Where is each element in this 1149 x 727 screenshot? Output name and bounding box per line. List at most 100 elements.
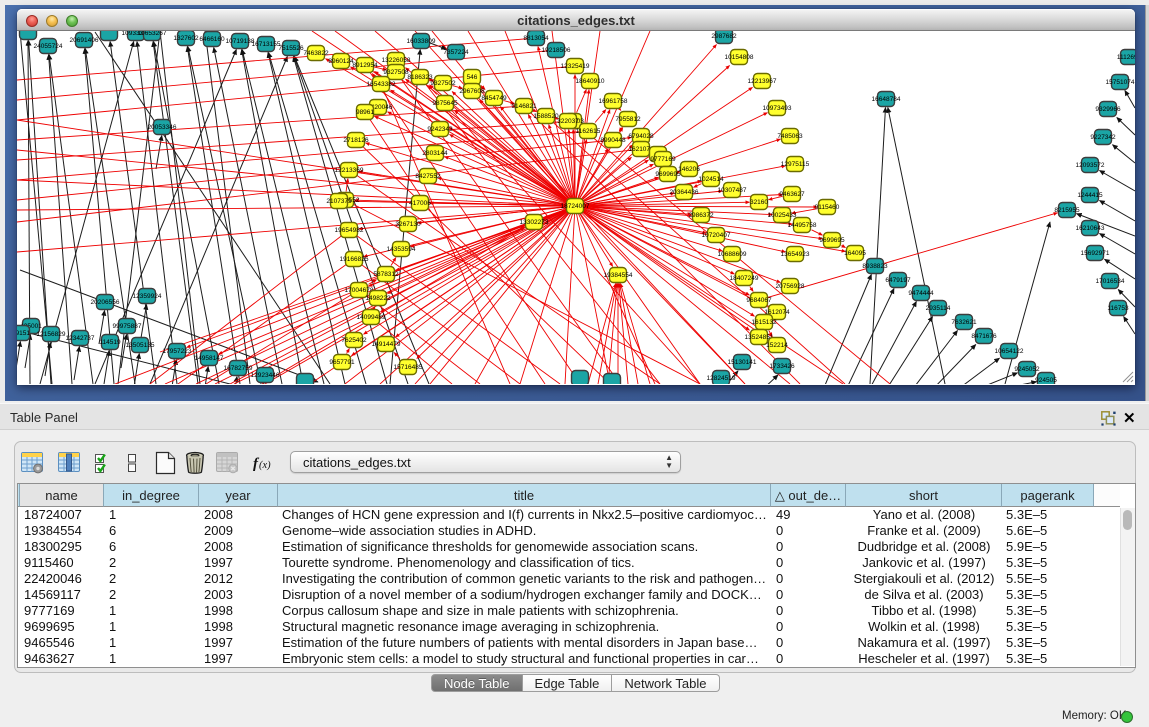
svg-text:417006: 417006 [409,200,431,207]
svg-text:99975887: 99975887 [113,323,142,330]
svg-text:2718126: 2718126 [343,137,369,144]
svg-text:9245052: 9245052 [1014,366,1040,373]
svg-text:9463627: 9463627 [779,191,805,198]
svg-text:1588520: 1588520 [533,113,559,120]
svg-text:1615132: 1615132 [751,319,777,326]
svg-text:114519: 114519 [99,339,121,346]
svg-text:18640910: 18640910 [576,78,605,85]
svg-text:8960124: 8960124 [328,58,354,65]
svg-text:10654122: 10654122 [995,348,1024,355]
svg-text:14914479: 14914479 [372,341,401,348]
svg-text:98961: 98961 [356,109,374,116]
svg-text:13302273: 13302273 [520,219,549,226]
svg-text:6466160: 6466160 [199,36,225,43]
svg-text:9242343: 9242343 [427,126,453,133]
svg-text:1024514: 1024514 [698,176,724,183]
svg-text:(x): (x) [259,460,271,471]
svg-text:19166825: 19166825 [340,256,369,263]
svg-text:8813054: 8813054 [523,35,549,42]
svg-text:2803144: 2803144 [422,150,448,157]
svg-text:9777169: 9777169 [650,156,676,163]
svg-text:16543382: 16543382 [367,81,396,88]
svg-text:10025433: 10025433 [768,212,797,219]
svg-text:6794028: 6794028 [628,133,654,140]
svg-text:8938823: 8938823 [862,263,888,270]
svg-text:20756928: 20756928 [776,283,805,290]
svg-text:9875645: 9875645 [432,100,458,107]
svg-text:6479197: 6479197 [885,277,911,284]
svg-text:12824519: 12824519 [707,375,736,382]
svg-text:10653267: 10653267 [138,31,167,37]
svg-text:10154808: 10154808 [725,54,754,61]
svg-text:10720407: 10720407 [702,232,731,239]
svg-text:1733426: 1733426 [769,363,795,370]
svg-text:8215955: 8215955 [1054,207,1080,214]
svg-text:16782759: 16782759 [224,365,253,372]
svg-text:20053346: 20053346 [148,124,177,131]
svg-text:14099489: 14099489 [357,314,386,321]
svg-text:8186323: 8186323 [407,74,433,81]
svg-text:9657791: 9657791 [329,359,355,366]
svg-text:16210643: 16210643 [1076,225,1105,232]
svg-text:16961758: 16961758 [599,98,628,105]
svg-text:15692971: 15692971 [1081,250,1110,257]
svg-text:1162615: 1162615 [576,128,601,135]
svg-text:924505: 924505 [1035,377,1057,384]
svg-text:7955812: 7955812 [615,116,641,123]
svg-text:9699695: 9699695 [819,237,845,244]
svg-text:15751074: 15751074 [1106,79,1135,86]
svg-text:12156829: 12156829 [37,331,66,338]
svg-text:1244415: 1244415 [1077,192,1103,199]
svg-text:13505135: 13505135 [126,342,155,349]
svg-text:9146821: 9146821 [511,103,537,110]
svg-text:1327602: 1327602 [173,35,199,42]
svg-text:7625402: 7625402 [341,337,367,344]
svg-text:12359924: 12359924 [133,293,162,300]
svg-text:116753: 116753 [1107,305,1129,312]
svg-text:1112694: 1112694 [1117,54,1135,61]
svg-text:9327502: 9327502 [430,80,456,87]
svg-text:8454749: 8454749 [481,95,507,102]
svg-text:2967608: 2967608 [459,88,485,95]
svg-text:8471676: 8471676 [971,333,997,340]
svg-text:12975115: 12975115 [781,161,810,168]
svg-text:16713155: 16713155 [252,41,281,48]
svg-text:7515526: 7515526 [278,45,304,52]
svg-text:24055724: 24055724 [34,43,63,50]
svg-text:7632621: 7632621 [951,319,977,326]
svg-text:146206: 146206 [678,166,700,173]
svg-text:10307487: 10307487 [718,187,747,194]
svg-text:13226058: 13226058 [382,57,411,64]
svg-text:12923446: 12923446 [251,372,280,379]
svg-text:12342737: 12342737 [66,335,95,342]
svg-text:5878312: 5878312 [373,271,399,278]
svg-text:39151: 39151 [17,330,30,337]
svg-text:322037: 322037 [557,118,579,125]
svg-text:17016534: 17016534 [1096,278,1125,285]
svg-text:20206556: 20206556 [91,299,120,306]
svg-text:1498222: 1498222 [365,295,391,302]
svg-text:7357224: 7357224 [443,49,469,56]
svg-text:15130141: 15130141 [728,359,757,366]
svg-text:18724007: 18724007 [561,203,590,210]
svg-text:7463822: 7463822 [303,50,329,57]
svg-text:3267130: 3267130 [395,221,421,228]
svg-text:15716485: 15716485 [394,364,423,371]
svg-text:20364436: 20364436 [670,189,699,196]
svg-text:32160: 32160 [750,199,768,206]
svg-text:14495758: 14495758 [788,222,817,229]
svg-text:10973493: 10973493 [763,105,792,112]
svg-text:9115460: 9115460 [815,204,840,211]
svg-text:14353594: 14353594 [387,246,416,253]
svg-text:2107375: 2107375 [326,198,352,205]
svg-text:14958147: 14958147 [195,355,224,362]
svg-text:12093572: 12093572 [1076,162,1105,169]
svg-text:13654923: 13654923 [781,251,810,258]
svg-text:12213967: 12213967 [748,78,777,85]
svg-text:8990448: 8990448 [600,137,626,144]
svg-text:9227342: 9227342 [1090,134,1116,141]
svg-text:7485063: 7485063 [777,133,803,140]
svg-text:19384554: 19384554 [604,272,633,279]
svg-text:16648784: 16648784 [872,96,901,103]
svg-text:9474444: 9474444 [908,290,934,297]
